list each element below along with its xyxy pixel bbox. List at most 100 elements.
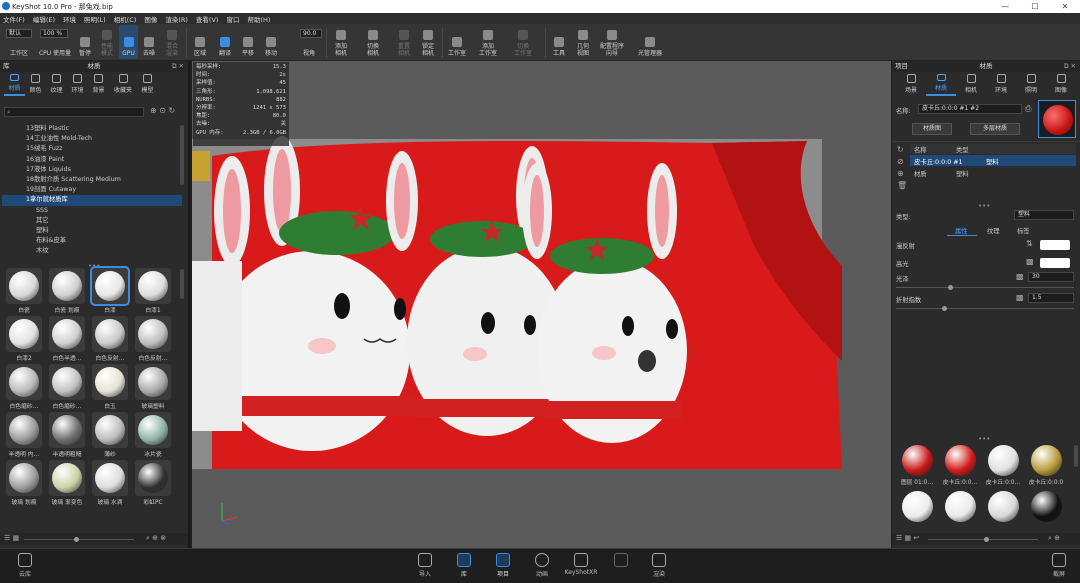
tree-item[interactable]: 13塑料 Plastic bbox=[2, 124, 182, 134]
vr-button[interactable] bbox=[606, 553, 636, 583]
material-thumbnail[interactable]: 白漆1 bbox=[132, 268, 174, 315]
tree-item-selected[interactable]: 1拿尔就材质库 bbox=[2, 195, 182, 206]
diffuse-color-swatch[interactable] bbox=[1040, 240, 1070, 250]
region-button[interactable]: 区域 bbox=[189, 25, 211, 59]
ior-slider-knob[interactable] bbox=[942, 306, 947, 311]
material-thumbnail[interactable]: 白色磨砂… bbox=[46, 364, 88, 411]
lock-camera-button[interactable]: 锁定 相机 bbox=[417, 25, 439, 59]
texture-map-icon[interactable]: ⇅ bbox=[1026, 239, 1033, 248]
tree-item[interactable]: 布料&皮革 bbox=[2, 236, 182, 246]
tab-favorites[interactable]: 收藏夹 bbox=[109, 74, 137, 96]
menu-camera[interactable]: 相机(C) bbox=[114, 14, 137, 24]
project-material-swatch[interactable] bbox=[896, 491, 938, 533]
render-viewport[interactable] bbox=[192, 61, 891, 548]
tree-scrollbar[interactable] bbox=[180, 125, 184, 185]
tab-backgrounds[interactable]: 背景 bbox=[88, 74, 109, 96]
subtab-properties[interactable]: 属性 bbox=[955, 226, 968, 235]
subtab-labels[interactable]: 标签 bbox=[1017, 226, 1030, 235]
tree-item[interactable]: 14工业油性 Mold-Tech bbox=[2, 134, 182, 144]
save-material-icon[interactable]: ⎙ bbox=[1025, 104, 1031, 114]
tab-image[interactable]: 图像 bbox=[1046, 74, 1076, 96]
tree-item[interactable]: 15绒毛 Fuzz bbox=[2, 144, 182, 154]
zoom-icons[interactable]: ⌕ ⊕ ⊗ bbox=[146, 534, 166, 543]
menu-window[interactable]: 窗口 bbox=[226, 14, 239, 24]
project-material-swatch[interactable]: 皮卡丘:0:0… bbox=[982, 445, 1024, 487]
library-search-input[interactable]: ⌕ bbox=[4, 107, 144, 117]
tab-colors[interactable]: 颜色 bbox=[25, 74, 46, 96]
project-material-swatch[interactable] bbox=[939, 491, 981, 533]
material-thumbnail[interactable]: 半透明 内… bbox=[3, 412, 45, 459]
material-thumbnail[interactable]: 薄纱 bbox=[89, 412, 131, 459]
roughness-slider-knob[interactable] bbox=[948, 285, 953, 290]
tab-environment[interactable]: 环境 bbox=[986, 74, 1016, 96]
menu-file[interactable]: 文件(F) bbox=[3, 14, 25, 24]
material-thumbnail[interactable]: 白瓷 bbox=[3, 268, 45, 315]
subtab-textures[interactable]: 纹理 bbox=[987, 226, 1000, 235]
animation-button[interactable]: 动画 bbox=[527, 553, 557, 583]
menu-environment[interactable]: 环境 bbox=[63, 14, 76, 24]
light-manager-button[interactable]: 光管理器 bbox=[632, 25, 668, 59]
material-name-input[interactable]: 皮卡丘:0:0:0 #1 #2 bbox=[918, 104, 1022, 114]
material-thumbnail[interactable]: 玻璃塑料 bbox=[132, 364, 174, 411]
tab-lighting[interactable]: 照明 bbox=[1016, 74, 1046, 96]
material-thumbnail[interactable]: 白漆2 bbox=[3, 316, 45, 363]
add-camera-button[interactable]: 添加 相机 bbox=[330, 25, 352, 59]
material-thumbnail[interactable]: 白色半透… bbox=[46, 316, 88, 363]
tab-materials[interactable]: 材质 bbox=[4, 74, 25, 96]
configurator-wizard-button[interactable]: 配置程序 向导 bbox=[596, 25, 628, 59]
menu-edit[interactable]: 编辑(E) bbox=[33, 14, 55, 24]
tree-item[interactable]: 其它 bbox=[2, 216, 182, 226]
menu-help[interactable]: 帮助(H) bbox=[247, 14, 270, 24]
roughness-input[interactable]: 30 bbox=[1028, 272, 1074, 282]
material-thumbnail[interactable]: 白漆 bbox=[89, 266, 131, 315]
studio-button[interactable]: 工作室 bbox=[445, 25, 469, 59]
menu-lighting[interactable]: 照明(L) bbox=[84, 14, 106, 24]
tumble-button[interactable]: 翻译 bbox=[214, 25, 236, 59]
project-material-swatch[interactable]: 皮卡丘:0:0… bbox=[939, 445, 981, 487]
close-button[interactable]: ✕ bbox=[1050, 0, 1080, 13]
pause-button[interactable]: 暂停 bbox=[75, 25, 95, 59]
menu-view[interactable]: 查看(V) bbox=[196, 14, 219, 24]
material-thumbnail[interactable]: 玻璃 渐变色 bbox=[46, 460, 88, 507]
pan-button[interactable]: 平移 bbox=[237, 25, 259, 59]
library-toolbar-icons[interactable]: ⊕ ⊙ ↻ bbox=[150, 106, 175, 115]
project-material-swatch[interactable] bbox=[982, 491, 1024, 533]
ior-slider[interactable] bbox=[896, 308, 1074, 309]
checker-icon[interactable]: ▩ bbox=[1016, 293, 1024, 302]
switch-camera-button[interactable]: 切换 相机 bbox=[362, 25, 384, 59]
minimize-button[interactable]: — bbox=[990, 0, 1020, 13]
tools-button[interactable]: 工具 bbox=[548, 25, 570, 59]
tab-environments[interactable]: 环境 bbox=[67, 74, 88, 96]
add-studio-button[interactable]: 添加 工作室 bbox=[475, 25, 501, 59]
cpu-usage-button[interactable]: CPU 使用量 bbox=[36, 25, 74, 59]
project-material-swatch[interactable]: 皮卡丘:0:0:0 bbox=[1025, 445, 1067, 487]
tree-item[interactable]: 17液体 Liquids bbox=[2, 165, 182, 175]
material-thumbnail[interactable]: 半透明粗糙 bbox=[46, 412, 88, 459]
project-material-swatch[interactable]: 图层 01:0… bbox=[896, 445, 938, 487]
slider-knob[interactable] bbox=[984, 537, 989, 542]
zoom-icons[interactable]: ⌕ ⊕ bbox=[1048, 534, 1060, 543]
switch-studio-button[interactable]: 切换 工作室 bbox=[510, 25, 536, 59]
material-thumbnail[interactable]: 彩虹PC bbox=[132, 460, 174, 507]
hybrid-render-button[interactable]: 混合 渲染 bbox=[161, 25, 183, 59]
material-type-select[interactable]: 塑料 bbox=[1014, 210, 1074, 220]
cloud-library-button[interactable]: 云库 bbox=[10, 553, 40, 583]
material-thumbnail[interactable]: 白瓷 划痕 bbox=[46, 268, 88, 315]
tab-material[interactable]: 材质 bbox=[926, 74, 956, 96]
material-thumbnail[interactable]: 白色反射… bbox=[89, 316, 131, 363]
menu-render[interactable]: 渲染(R) bbox=[165, 14, 188, 24]
tree-item[interactable]: 16油漆 Paint bbox=[2, 155, 182, 165]
geometry-view-button[interactable]: 几何 视图 bbox=[572, 25, 594, 59]
tree-item[interactable]: SSS bbox=[2, 206, 182, 216]
material-thumbnail[interactable]: 玻璃 划痕 bbox=[3, 460, 45, 507]
project-material-swatch[interactable] bbox=[1025, 491, 1067, 533]
swatch-size-slider[interactable] bbox=[928, 539, 1038, 540]
roughness-slider[interactable] bbox=[896, 287, 1074, 288]
material-graph-button[interactable]: 材质图 bbox=[912, 123, 952, 135]
ior-input[interactable]: 1.5 bbox=[1028, 293, 1074, 303]
thumbnail-size-slider[interactable] bbox=[24, 539, 134, 540]
render-button[interactable]: 渲染 bbox=[644, 553, 674, 583]
perspective-button[interactable]: 视角 bbox=[296, 25, 322, 59]
splitter-handle[interactable]: ••• bbox=[978, 202, 990, 210]
workspace-button[interactable]: 工作区 bbox=[4, 25, 34, 59]
